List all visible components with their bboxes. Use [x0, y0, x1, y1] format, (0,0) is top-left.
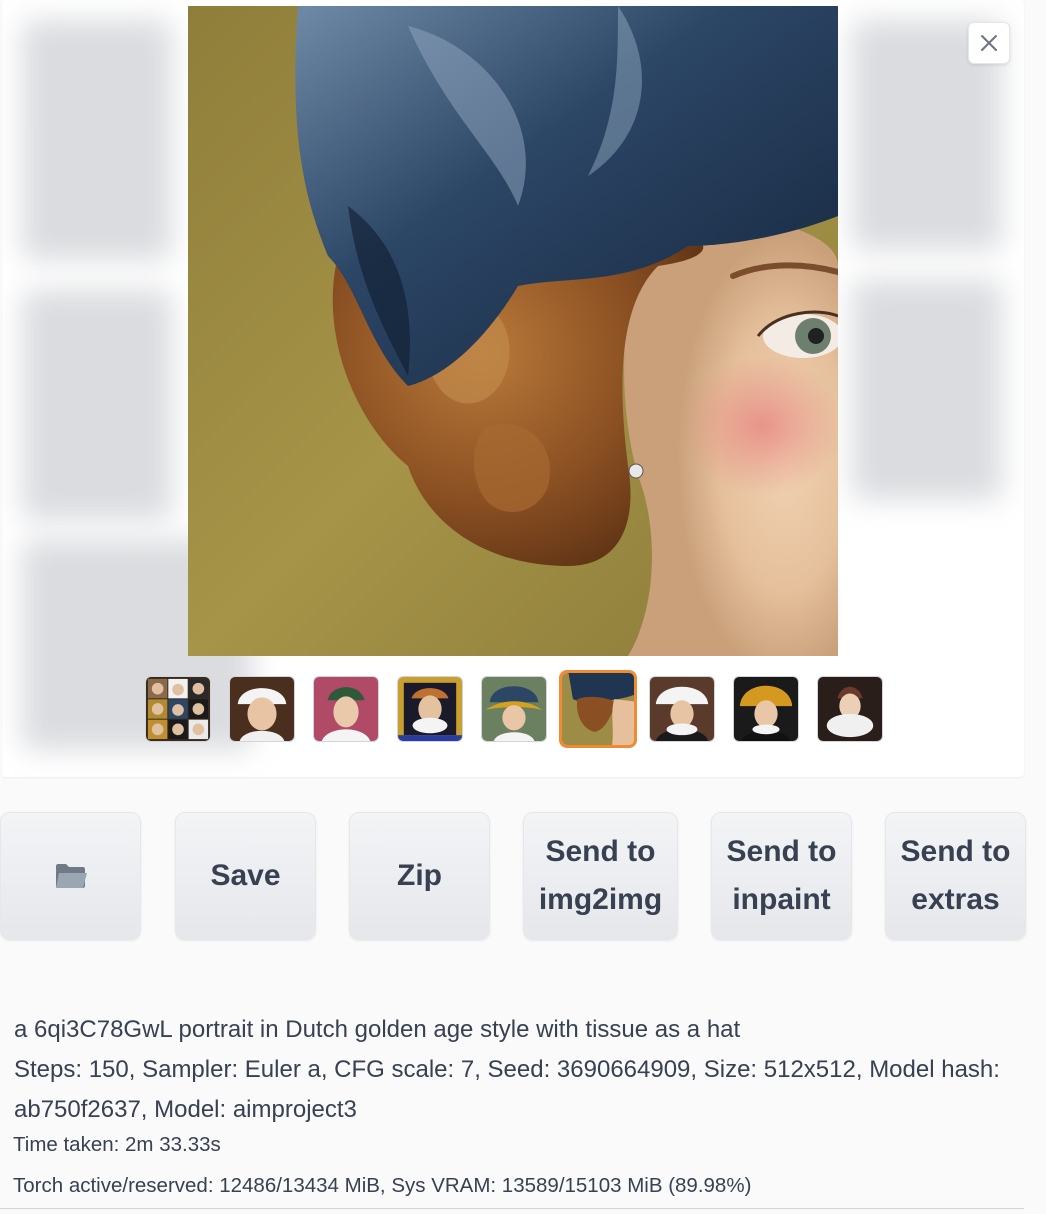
thumbnail-gold-hat[interactable] — [733, 676, 799, 742]
zip-label: Zip — [397, 859, 442, 892]
generation-params: Steps: 150, Sampler: Euler a, CFG scale:… — [14, 1056, 1000, 1123]
thumbnail-gold-frame[interactable] — [397, 676, 463, 742]
thumbnail-brown-veil[interactable] — [817, 676, 883, 742]
thumbnail-blue-gold-hat[interactable] — [481, 676, 547, 742]
thumbnail-strip — [145, 670, 883, 748]
send-img2img-label: Send to img2img — [539, 828, 662, 924]
send-extras-line2: extras — [911, 883, 1000, 916]
prompt-text: a 6qi3C78GwL portrait in Dutch golden ag… — [14, 1016, 741, 1043]
close-icon — [981, 35, 997, 51]
send-inpaint-line2: inpaint — [732, 883, 831, 916]
send-to-img2img-button[interactable]: Send to img2img — [523, 812, 678, 940]
send-extras-label: Send to extras — [901, 828, 1011, 924]
send-to-extras-button[interactable]: Send to extras — [885, 812, 1026, 940]
save-label: Save — [210, 859, 281, 892]
send-img2img-line2: img2img — [538, 883, 663, 916]
main-image[interactable] — [188, 6, 838, 656]
close-button[interactable] — [968, 22, 1010, 64]
send-inpaint-label: Send to inpaint — [727, 828, 837, 924]
folder-icon — [55, 864, 87, 888]
send-inpaint-line1: Send to — [726, 835, 837, 868]
send-extras-line1: Send to — [900, 835, 1011, 868]
open-folder-button[interactable] — [0, 812, 141, 940]
divider — [0, 1208, 1024, 1209]
thumbnail-pink-bg[interactable] — [313, 676, 379, 742]
thumbnail-white-cap[interactable] — [229, 676, 295, 742]
send-to-inpaint-button[interactable]: Send to inpaint — [711, 812, 852, 940]
gallery-panel — [2, 0, 1024, 777]
page: Save Zip Send to img2img Send to inpaint… — [0, 0, 1046, 1214]
send-img2img-line1: Send to — [545, 835, 656, 868]
thumbnail-white-hat[interactable] — [649, 676, 715, 742]
time-taken: Time taken: 2m 33.33s — [13, 1133, 221, 1156]
zip-button[interactable]: Zip — [349, 812, 490, 940]
save-button[interactable]: Save — [175, 812, 316, 940]
generation-info: a 6qi3C78GwL portrait in Dutch golden ag… — [14, 1010, 1014, 1130]
memory-stats: Torch active/reserved: 12486/13434 MiB, … — [13, 1174, 752, 1197]
thumbnail-grid[interactable] — [145, 676, 211, 742]
thumbnail-selected[interactable] — [559, 670, 637, 748]
